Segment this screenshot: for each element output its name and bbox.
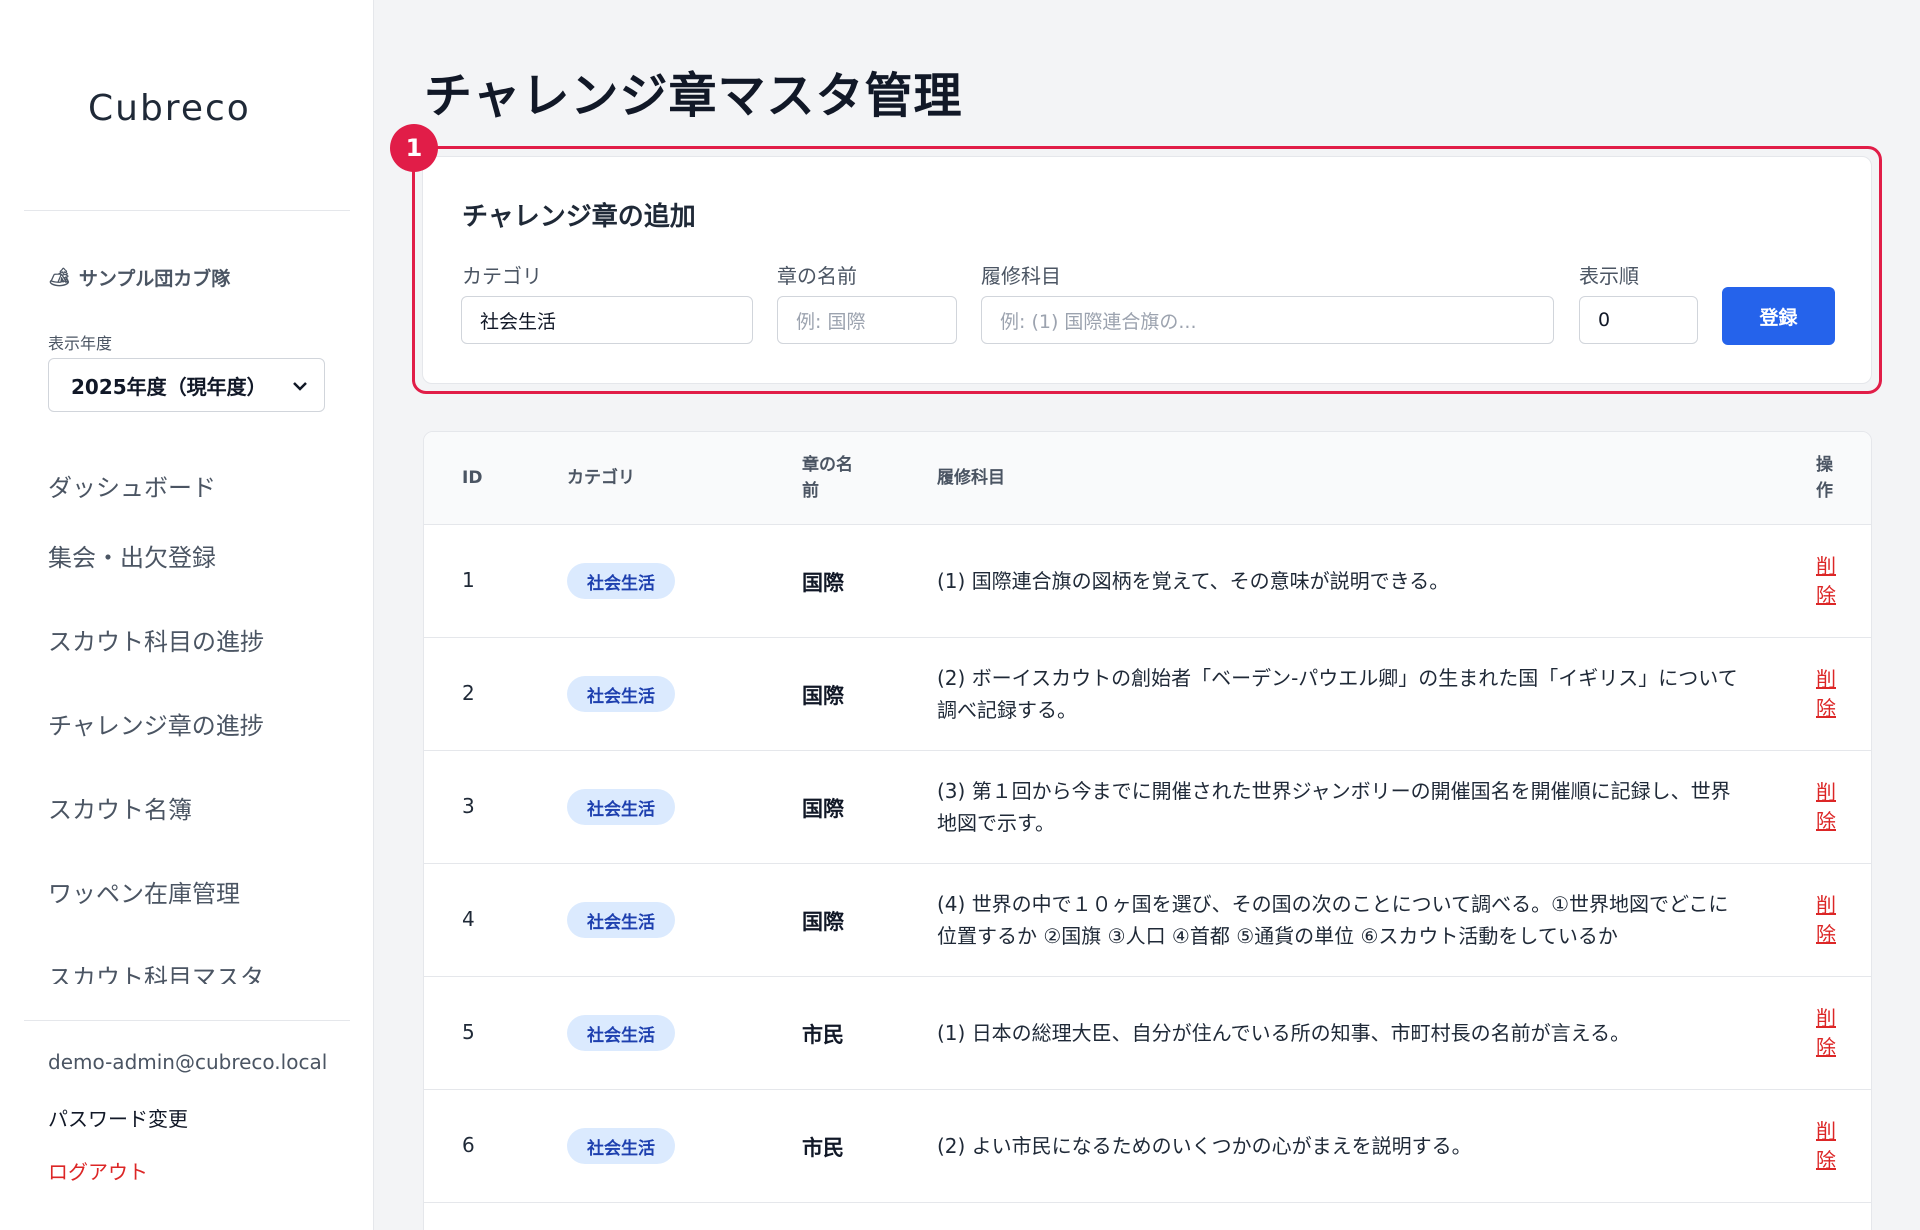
delete-link[interactable]: 削 除 xyxy=(1811,1004,1841,1062)
row-id: 2 xyxy=(462,681,475,705)
row-badge-name: 市民 xyxy=(802,1023,844,1047)
add-panel-title: チャレンジ章の追加 xyxy=(462,202,696,232)
row-subject: (1) 国際連合旗の図柄を覚えて、その意味が説明できる。 xyxy=(937,569,1450,593)
row-badge-name: 市民 xyxy=(802,1136,844,1160)
row-subject: (4) 世界の中で１０ヶ国を選び、その国の次のことについて調べる。①世界地図でど… xyxy=(937,892,1729,948)
row-id: 5 xyxy=(462,1020,475,1044)
delete-link-line2: 除 xyxy=(1816,809,1836,833)
delete-link[interactable]: 削 除 xyxy=(1811,891,1841,949)
register-button[interactable]: 登録 xyxy=(1722,287,1835,345)
table-row: 2 社会生活 国際 (2) ボーイスカウトの創始者「ベーデン-パウエル卿」の生ま… xyxy=(424,638,1871,751)
sidebar: Cubreco 🏕 サンプル団カブ隊 表示年度 2025年度（現年度） ダッシュ… xyxy=(0,0,374,1230)
year-selected-value: 2025年度（現年度） xyxy=(71,374,267,399)
display-order-label: 表示順 xyxy=(1579,264,1639,288)
subject-input[interactable]: 例: (1) 国際連合旗の... xyxy=(981,296,1554,344)
year-label: 表示年度 xyxy=(48,334,113,353)
badge-name-input[interactable]: 例: 国際 xyxy=(777,296,957,344)
category-badge: 社会生活 xyxy=(567,789,675,825)
category-badge: 社会生活 xyxy=(567,1128,675,1164)
app-logo[interactable]: Cubreco xyxy=(88,88,251,129)
nav-item-challenge-badge-progress[interactable]: チャレンジ章の進捗 xyxy=(48,678,348,762)
user-email: demo-admin@cubreco.local xyxy=(48,1050,328,1074)
delete-link-line2: 除 xyxy=(1816,696,1836,720)
header-name-line2: 前 xyxy=(802,481,819,501)
category-badge: 社会生活 xyxy=(567,1015,675,1051)
delete-link-line1: 削 xyxy=(1816,780,1836,804)
row-badge-name: 国際 xyxy=(802,910,844,934)
add-badge-panel xyxy=(422,156,1872,384)
badge-master-table: ID カテゴリ 章の名 前 履修科目 操 作 1 社会生活 国際 (1) 国際連… xyxy=(423,431,1872,1230)
sidebar-divider xyxy=(24,1020,350,1021)
table-row: 6 社会生活 市民 (2) よい市民になるためのいくつかの心がまえを説明する。 … xyxy=(424,1090,1871,1203)
table-row: 4 社会生活 国際 (4) 世界の中で１０ヶ国を選び、その国の次のことについて調… xyxy=(424,864,1871,977)
row-badge-name: 国際 xyxy=(802,797,844,821)
camp-icon: 🏕 xyxy=(48,267,71,288)
delete-link-line1: 削 xyxy=(1816,1119,1836,1143)
subject-label: 履修科目 xyxy=(981,264,1061,288)
delete-link-line1: 削 xyxy=(1816,554,1836,578)
nav-item-meeting-attendance[interactable]: 集会・出欠登録 xyxy=(48,510,348,594)
delete-link-line2: 除 xyxy=(1816,1035,1836,1059)
category-input[interactable]: 社会生活 xyxy=(461,296,753,344)
header-category: カテゴリ xyxy=(567,468,635,488)
header-operation: 操 作 xyxy=(1816,452,1833,504)
header-subject: 履修科目 xyxy=(937,468,1005,488)
row-subject: (2) ボーイスカウトの創始者「ベーデン-パウエル卿」の生まれた国「イギリス」に… xyxy=(937,666,1738,722)
delete-link[interactable]: 削 除 xyxy=(1811,552,1841,610)
header-name: 章の名 前 xyxy=(802,452,853,504)
table-row: 1 社会生活 国際 (1) 国際連合旗の図柄を覚えて、その意味が説明できる。 削… xyxy=(424,525,1871,638)
nav-item-dashboard[interactable]: ダッシュボード xyxy=(48,460,348,510)
row-subject: (3) 第１回から今までに開催された世界ジャンボリーの開催国名を開催順に記録し、… xyxy=(937,779,1731,835)
row-subject: (1) 日本の総理大臣、自分が住んでいる所の知事、市町村長の名前が言える。 xyxy=(937,1021,1631,1045)
table-row: 3 社会生活 国際 (3) 第１回から今までに開催された世界ジャンボリーの開催国… xyxy=(424,751,1871,864)
delete-link[interactable]: 削 除 xyxy=(1811,778,1841,836)
sidebar-nav: ダッシュボード 集会・出欠登録 スカウト科目の進捗 チャレンジ章の進捗 スカウト… xyxy=(48,460,348,985)
nav-item-scout-roster[interactable]: スカウト名簿 xyxy=(48,762,348,846)
category-badge: 社会生活 xyxy=(567,902,675,938)
page-title: チャレンジ章マスタ管理 xyxy=(424,68,963,124)
delete-link[interactable]: 削 除 xyxy=(1811,1117,1841,1175)
category-label: カテゴリ xyxy=(462,264,542,288)
row-subject: (2) よい市民になるためのいくつかの心がまえを説明する。 xyxy=(937,1134,1472,1158)
row-id: 6 xyxy=(462,1133,475,1157)
header-operation-line1: 操 xyxy=(1816,455,1833,475)
nav-item-scout-subject-progress[interactable]: スカウト科目の進捗 xyxy=(48,594,348,678)
table-header: ID カテゴリ 章の名 前 履修科目 操 作 xyxy=(424,432,1871,525)
category-badge: 社会生活 xyxy=(567,676,675,712)
sidebar-divider xyxy=(24,210,350,211)
troop-name: 🏕 サンプル団カブ隊 xyxy=(48,264,230,291)
delete-link-line1: 削 xyxy=(1816,893,1836,917)
table-row: 5 社会生活 市民 (1) 日本の総理大臣、自分が住んでいる所の知事、市町村長の… xyxy=(424,977,1871,1090)
password-change-link[interactable]: パスワード変更 xyxy=(48,1103,188,1132)
category-badge: 社会生活 xyxy=(567,563,675,599)
row-id: 4 xyxy=(462,907,475,931)
delete-link-line2: 除 xyxy=(1816,1148,1836,1172)
display-order-input[interactable]: 0 xyxy=(1579,296,1698,344)
header-operation-line2: 作 xyxy=(1816,481,1833,501)
delete-link-line2: 除 xyxy=(1816,583,1836,607)
row-id: 1 xyxy=(462,568,475,592)
troop-label: サンプル団カブ隊 xyxy=(78,268,231,290)
header-id: ID xyxy=(462,468,483,488)
nav-item-scout-subject-master[interactable]: スカウト科目マスタ xyxy=(48,930,348,985)
header-name-line1: 章の名 xyxy=(802,455,853,475)
row-badge-name: 国際 xyxy=(802,571,844,595)
row-badge-name: 国際 xyxy=(802,684,844,708)
delete-link-line2: 除 xyxy=(1816,922,1836,946)
row-id: 3 xyxy=(462,794,475,818)
nav-item-patch-inventory[interactable]: ワッペン在庫管理 xyxy=(48,846,348,930)
year-select[interactable]: 2025年度（現年度） xyxy=(48,358,325,412)
step-number-badge: 1 xyxy=(390,124,438,172)
delete-link[interactable]: 削 除 xyxy=(1811,665,1841,723)
delete-link-line1: 削 xyxy=(1816,1006,1836,1030)
delete-link-line1: 削 xyxy=(1816,667,1836,691)
logout-link[interactable]: ログアウト xyxy=(48,1156,148,1185)
badge-name-label: 章の名前 xyxy=(777,264,857,288)
chevron-down-icon xyxy=(292,376,308,395)
